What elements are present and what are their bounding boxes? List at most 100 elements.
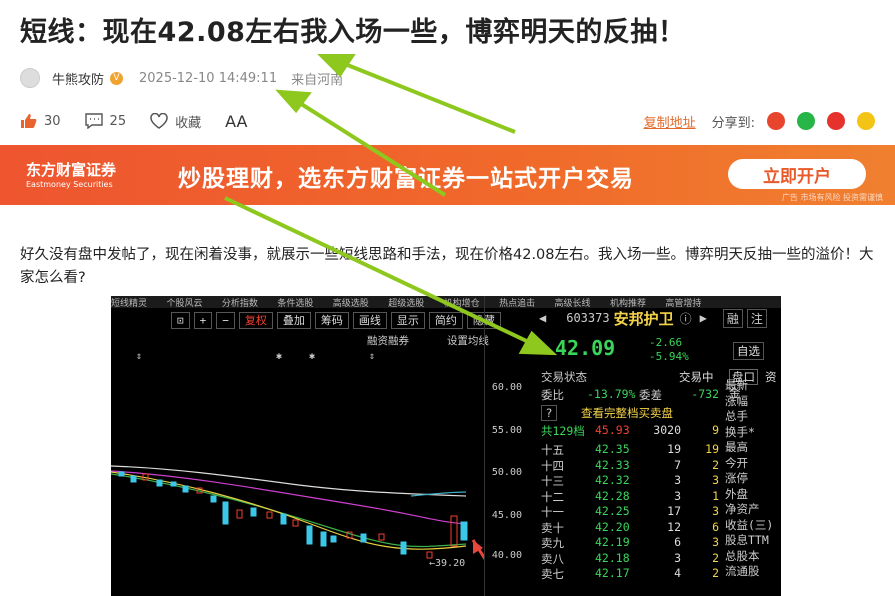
- article-body: 好久没有盘中发帖了，现在闲着没事，就展示一些短线思路和手法，现在价格42.08左…: [20, 247, 874, 286]
- ask-price: 42.33: [595, 457, 630, 472]
- heart-icon: [150, 113, 168, 129]
- stock-chart-screenshot: 短线精灵 个股风云 分析指数 条件选股 高级选股 超级选股 机构增仓 热点追击 …: [111, 296, 781, 596]
- ask-vol: 17: [667, 504, 681, 518]
- info-icon: ⓘ: [679, 311, 692, 326]
- y-tick: 55.00: [491, 425, 522, 436]
- side-label: 总股本: [725, 548, 760, 563]
- y-tick: 50.00: [491, 467, 522, 478]
- ask-row: 十四 42.33 7 2: [541, 458, 721, 474]
- weibi-value: -13.79%: [587, 387, 636, 401]
- trade-status-row: 交易状态 交易中: [541, 369, 721, 385]
- ask-vol: 3: [674, 488, 681, 503]
- margin-button: 融: [722, 308, 743, 328]
- telegram-share-icon[interactable]: [767, 112, 785, 130]
- brand-name: 东方财富证券: [26, 161, 117, 179]
- ask-label: 卖七: [541, 567, 564, 581]
- comment-button[interactable]: 25: [84, 113, 127, 129]
- side-label: 换手*: [725, 424, 755, 439]
- side-label: 最新: [725, 378, 748, 392]
- trade-status: 交易中: [679, 370, 714, 384]
- ad-note: 广告 市场有风险 投资需谨慎: [781, 193, 883, 202]
- change-percent: -5.94%: [649, 350, 689, 363]
- y-tick: 45.00: [491, 510, 522, 521]
- like-count: 30: [44, 113, 61, 129]
- stock-name: 安邦护卫: [613, 309, 674, 328]
- like-button[interactable]: 30: [20, 113, 61, 129]
- levels-volume: 3020: [653, 423, 681, 437]
- open-account-button[interactable]: 立即开户: [728, 159, 866, 189]
- side-label: 外盘: [725, 486, 748, 501]
- share-label: 分享到:: [711, 115, 755, 131]
- stock-code: 603373: [566, 311, 610, 325]
- ask-label: 十五: [541, 443, 564, 457]
- help-icon: ?: [541, 405, 557, 421]
- ask-price: 42.18: [595, 550, 630, 565]
- ask-label: 卖十: [541, 520, 564, 535]
- price-change: -2.66 -5.94%: [649, 336, 689, 364]
- ask-price: 42.32: [595, 473, 630, 487]
- ask-price: 42.25: [595, 504, 630, 518]
- ask-price: 42.20: [595, 519, 630, 534]
- kline-chart: ⇕ ✱ ✱ ⇕ ←39.20: [111, 351, 484, 569]
- weibi-row: 委比 -13.79% 委差 -732: [541, 387, 721, 403]
- brand-name-en: Eastmoney Securities: [26, 180, 113, 189]
- note-button: 注: [746, 308, 767, 328]
- side-label: 涨停: [725, 471, 748, 485]
- ask-row: 卖七 42.17 4 2: [541, 566, 721, 582]
- ask-n: 3: [712, 504, 719, 518]
- copy-link-button[interactable]: 复制地址: [644, 112, 696, 131]
- side-label: 今开: [725, 455, 748, 470]
- side-label: 净资产: [725, 502, 760, 516]
- ask-vol: 19: [667, 442, 681, 456]
- brand-logo: 东方财富证券 Eastmoney Securities: [26, 159, 116, 189]
- side-label: 收益(三): [725, 517, 774, 532]
- marker-icon: ✱: [276, 351, 282, 362]
- ask-label: 卖九: [541, 536, 564, 550]
- marker-icon: ✱: [309, 351, 315, 362]
- wechat-share-icon[interactable]: [797, 112, 815, 130]
- ask-row: 十五 42.35 19 19: [541, 442, 721, 458]
- ask-n: 3: [712, 473, 719, 487]
- font-size-button[interactable]: AA: [225, 112, 247, 131]
- comment-count: 25: [109, 113, 127, 129]
- article-page: 短线：现在42.08左右我入场一些，博弈明天的反抽！ 牛熊攻防 V 2025-1…: [0, 0, 895, 596]
- current-price: 42.09: [555, 336, 616, 360]
- ask-n: 3: [712, 535, 719, 549]
- quote-header: ◀ 603373 安邦护卫 ⓘ ▶ 融 注: [539, 308, 781, 328]
- ask-row: 十一 42.25 17 3: [541, 504, 721, 520]
- menu-item: 高级长线: [554, 299, 591, 308]
- ask-row: 卖十 42.20 12 6: [541, 520, 721, 536]
- y-tick: 40.00: [491, 550, 522, 561]
- ask-n: 6: [712, 519, 719, 534]
- favorite-star-icon[interactable]: [857, 112, 875, 130]
- weibo-share-icon[interactable]: [827, 112, 845, 130]
- comment-icon: [84, 113, 103, 129]
- share-area: 复制地址 分享到:: [644, 112, 875, 131]
- levels-price: 45.93: [595, 423, 630, 437]
- ask-label: 十四: [541, 458, 564, 473]
- avatar[interactable]: [20, 68, 40, 88]
- self-select-button: 自选: [733, 342, 764, 360]
- y-tick: 60.00: [491, 382, 522, 393]
- marker-icon: ⇕: [369, 351, 375, 362]
- trade-status-label: 交易状态: [541, 370, 587, 384]
- side-label: 股息TTM: [725, 533, 769, 547]
- collect-button[interactable]: 收藏: [150, 112, 201, 131]
- ask-price: 42.17: [595, 566, 630, 580]
- full-book-link: 查看完整档买卖盘: [581, 406, 673, 420]
- article-meta: 牛熊攻防 V 2025-12-10 14:49:11 来自河南: [20, 68, 343, 88]
- banner-slogan: 炒股理财，选东方财富证券一站式开户交易: [178, 166, 634, 192]
- ask-price: 42.35: [595, 442, 630, 456]
- ask-vol: 12: [667, 519, 681, 534]
- ask-row: 十二 42.28 3 1: [541, 489, 721, 505]
- author-name[interactable]: 牛熊攻防: [52, 69, 104, 88]
- ask-label: 十二: [541, 489, 564, 504]
- font-size-icon: AA: [225, 111, 248, 131]
- levels-row: 共129档 45.93 3020 9: [541, 423, 721, 439]
- ad-banner[interactable]: 东方财富证券 Eastmoney Securities 炒股理财，选东方财富证券…: [0, 145, 895, 205]
- ask-label: 十三: [541, 474, 564, 488]
- side-label: 最高: [725, 440, 748, 454]
- ask-vol: 4: [674, 566, 681, 580]
- ask-label: 卖八: [541, 551, 564, 566]
- action-bar: 30 25 收藏 AA 复制地址 分享到:: [20, 110, 875, 132]
